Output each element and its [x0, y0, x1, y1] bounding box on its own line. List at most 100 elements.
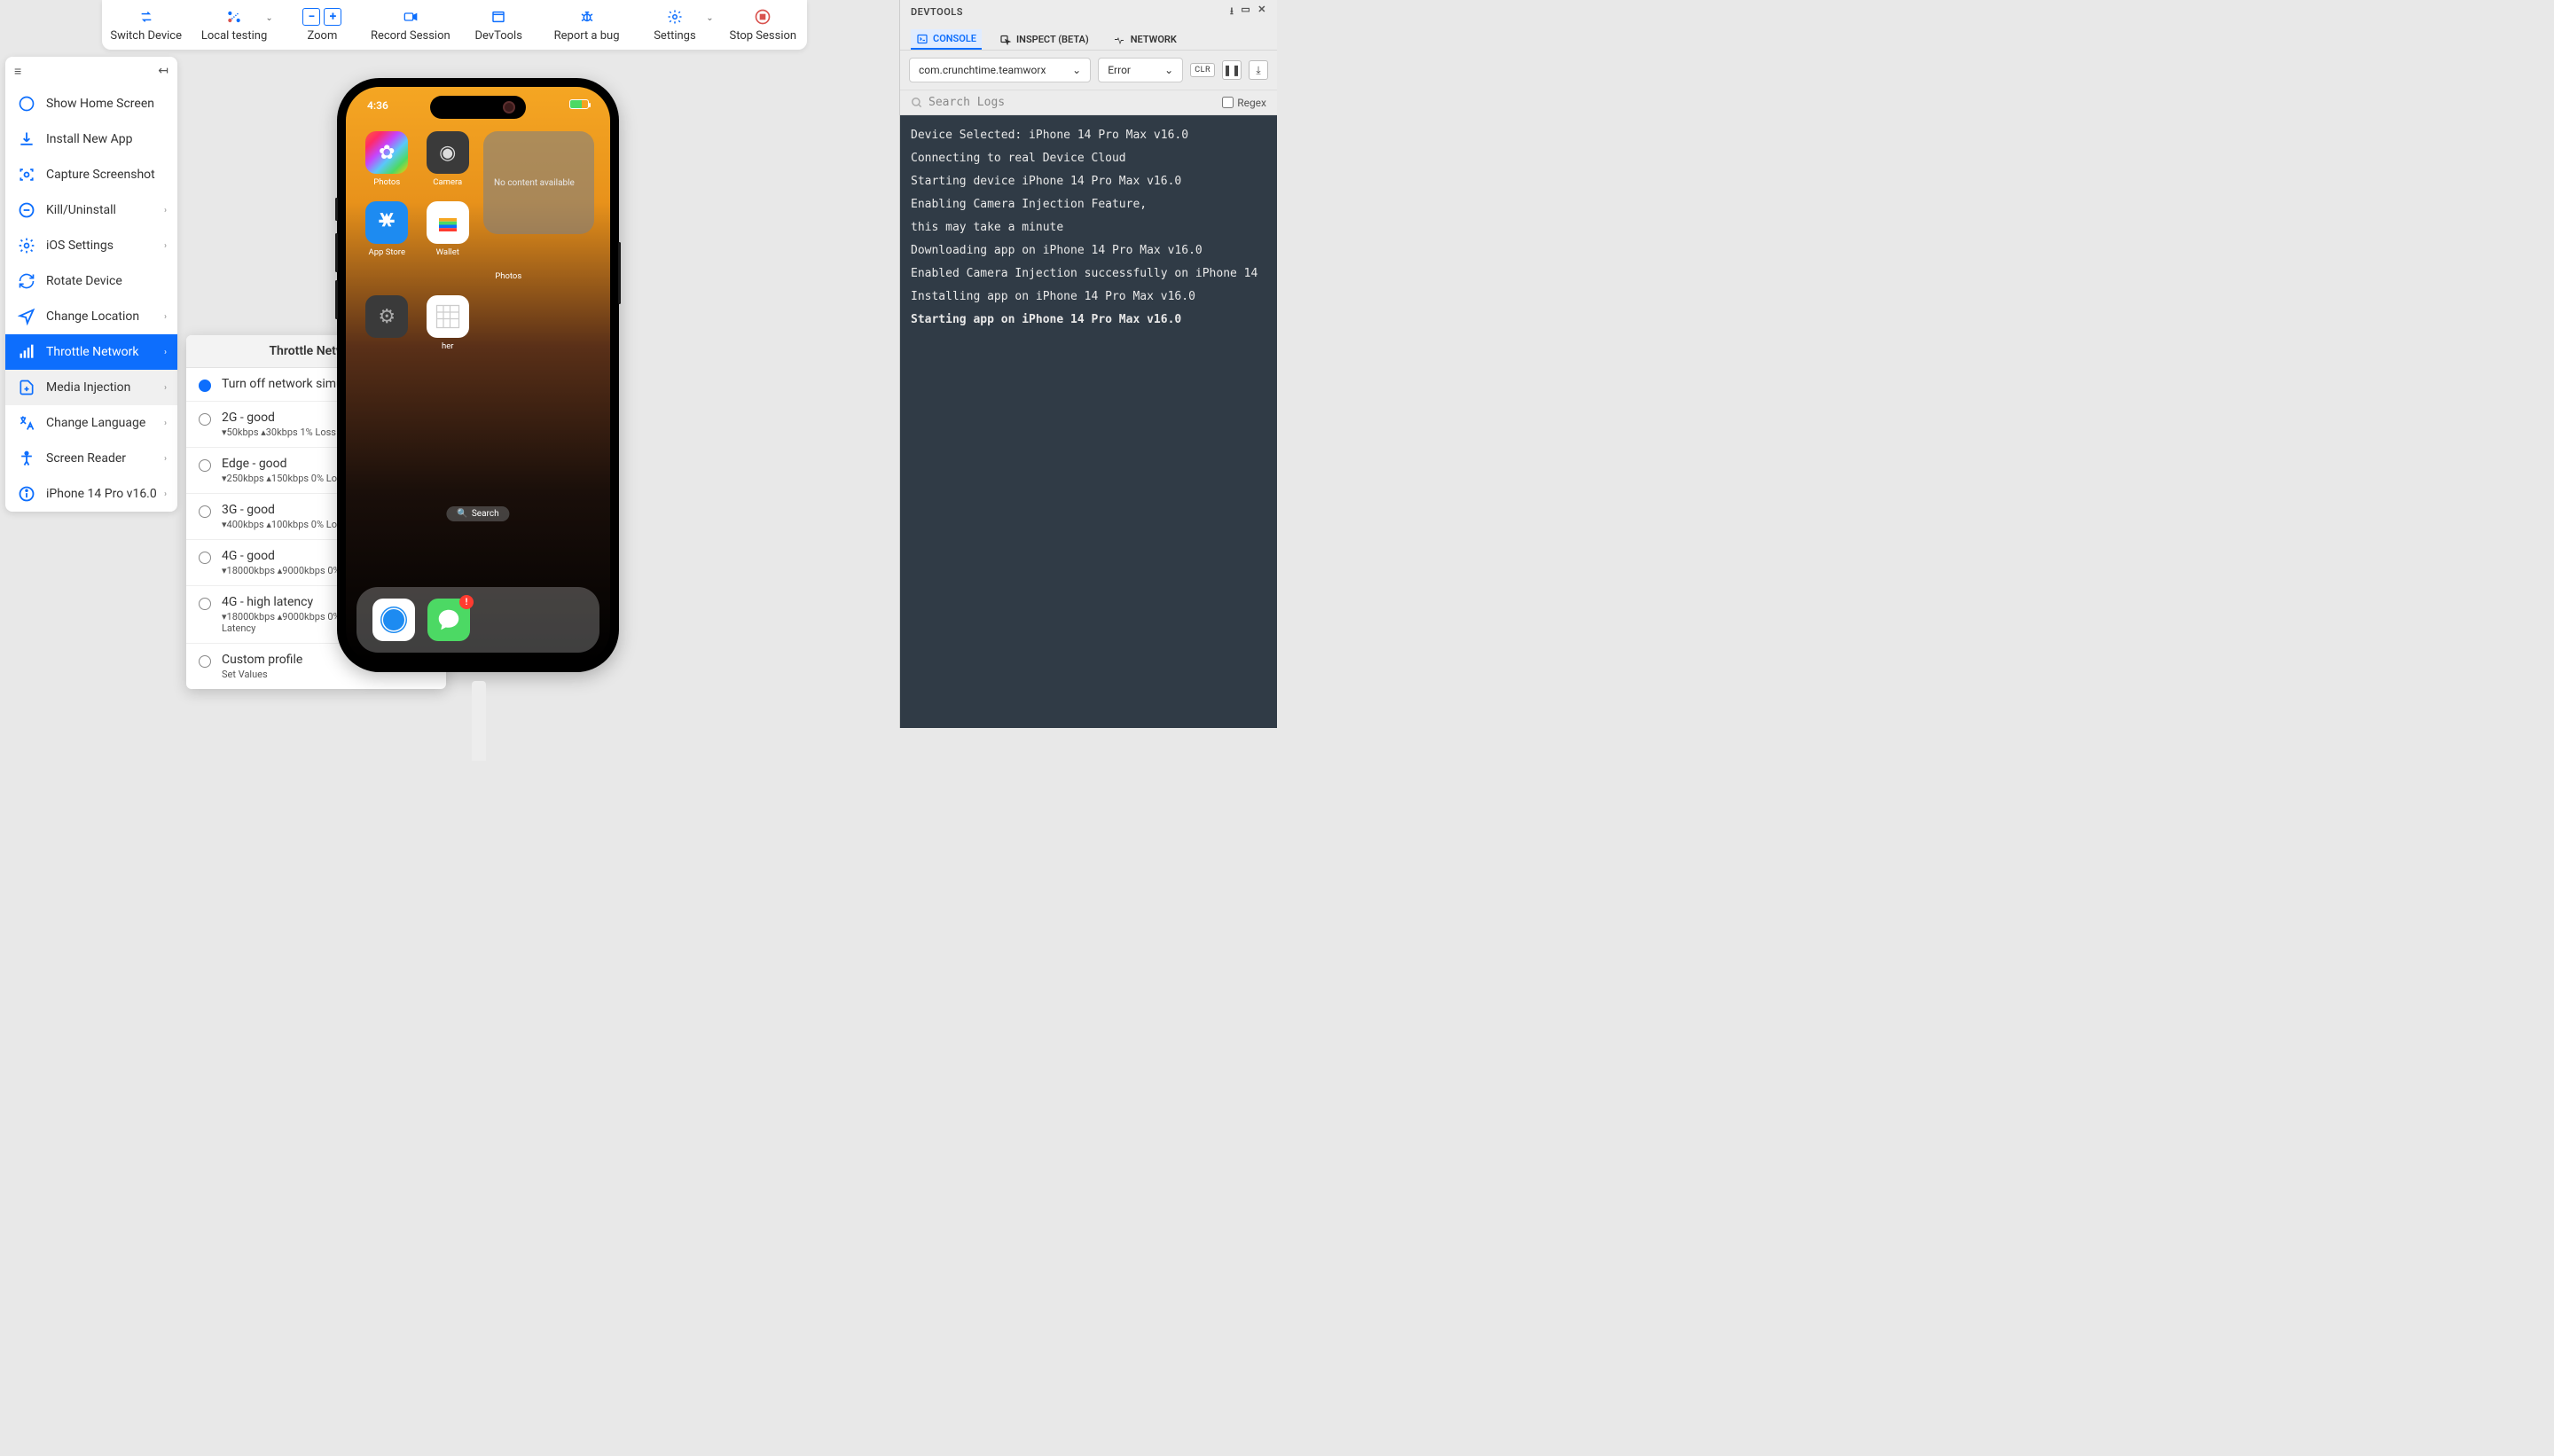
tab-inspect[interactable]: INSPECT (BETA)	[994, 29, 1094, 50]
sidebar-item-install-new-app[interactable]: Install New App	[5, 121, 177, 157]
local-testing-button[interactable]: Local testing ⌄	[190, 0, 278, 50]
home-screen-grid: ✿ Photos ◉ Camera No content available A…	[346, 112, 610, 351]
radio-button[interactable]	[199, 655, 211, 668]
pause-button[interactable]: ❚❚	[1222, 60, 1242, 80]
app-messages[interactable]: !	[427, 599, 470, 641]
phone-side-button	[335, 233, 338, 272]
drag-icon: ≡	[14, 64, 21, 79]
app-wallet[interactable]: Wallet	[423, 201, 474, 257]
search-logs-row: Search Logs Regex	[900, 90, 1277, 115]
tab-console[interactable]: CONSOLE	[911, 29, 982, 50]
app-other[interactable]: her	[423, 295, 474, 351]
app-camera[interactable]: ◉ Camera	[423, 131, 474, 187]
phone-screen[interactable]: 4:36 ✿ Photos ◉ Camera No content availa…	[346, 87, 610, 663]
record-session-button[interactable]: Record Session	[366, 0, 454, 50]
sidebar-item-label: Media Injection	[46, 380, 130, 395]
dynamic-island	[430, 96, 526, 119]
sidebar-item-screen-reader[interactable]: Screen Reader›	[5, 441, 177, 476]
chevron-right-icon: ›	[164, 454, 167, 464]
tab-network[interactable]: NETWORK	[1107, 29, 1182, 50]
sidebar-item-rotate-device[interactable]: Rotate Device	[5, 263, 177, 299]
app-appstore[interactable]: App Store	[362, 201, 412, 257]
sidebar-item-change-location[interactable]: Change Location ›	[5, 299, 177, 334]
sidebar-item-media-injection[interactable]: Media Injection›	[5, 370, 177, 405]
console-output[interactable]: Device Selected: iPhone 14 Pro Max v16.0…	[900, 115, 1277, 728]
console-line: Downloading app on iPhone 14 Pro Max v16…	[911, 239, 1266, 262]
chevron-right-icon: ›	[164, 312, 167, 322]
devtools-header: DEVTOOLS ⭳ ▭ ✕	[900, 0, 1277, 24]
connection-icon	[225, 7, 243, 27]
sidebar-item-kill-uninstall[interactable]: Kill/Uninstall›	[5, 192, 177, 228]
close-icon[interactable]: ✕	[1257, 4, 1266, 20]
radio-button[interactable]	[199, 598, 211, 610]
zoom-in-icon[interactable]: +	[324, 8, 341, 26]
report-bug-button[interactable]: Report a bug	[543, 0, 631, 50]
sidebar-item-label: iPhone 14 Pro v16.0	[46, 487, 157, 501]
chevron-right-icon: ›	[164, 241, 167, 251]
phone-side-button	[618, 242, 621, 304]
photos-widget[interactable]: No content available	[483, 131, 594, 234]
radio-button[interactable]	[199, 505, 211, 518]
capture-icon	[18, 166, 35, 184]
sidebar-item-label: Install New App	[46, 132, 133, 146]
console-line: this may take a minute	[911, 216, 1266, 239]
settings-button[interactable]: Settings ⌄	[631, 0, 718, 50]
radio-button[interactable]	[199, 552, 211, 564]
toolbar-label: Local testing	[201, 29, 267, 43]
settings-icon: ⚙	[365, 295, 408, 338]
app-settings[interactable]: ⚙	[362, 295, 412, 351]
sidebar-item-label: Change Location	[46, 309, 139, 324]
status-icons	[569, 99, 589, 112]
app-photos[interactable]: ✿ Photos	[362, 131, 412, 187]
radio-button[interactable]	[199, 459, 211, 472]
sidebar-item-throttle-network[interactable]: Throttle Network›	[5, 334, 177, 370]
app-safari[interactable]	[372, 599, 415, 641]
chevron-down-icon: ⌄	[1164, 64, 1173, 76]
collapse-icon[interactable]: ↤	[158, 64, 168, 79]
sidebar-item-show-home-screen[interactable]: Show Home Screen	[5, 86, 177, 121]
photos-icon: ✿	[365, 131, 408, 174]
sidebar-handle[interactable]: ≡ ↤	[5, 57, 177, 86]
minus-circle-icon	[18, 201, 35, 219]
sidebar-panel: ≡ ↤ Show Home Screen Install New App Captu…	[5, 57, 177, 512]
regex-checkbox[interactable]	[1222, 97, 1234, 108]
console-line: Enabled Camera Injection successfully on…	[911, 262, 1266, 286]
search-logs-input[interactable]: Search Logs	[911, 96, 1005, 109]
stop-session-button[interactable]: Stop Session	[719, 0, 807, 50]
console-line: Starting app on iPhone 14 Pro Max v16.0	[911, 309, 1266, 332]
regex-toggle[interactable]: Regex	[1222, 97, 1266, 109]
sidebar-item-ios-settings[interactable]: iOS Settings›	[5, 228, 177, 263]
zoom-out-icon[interactable]: −	[302, 8, 320, 26]
sidebar-item-capture-screenshot[interactable]: Capture Screenshot	[5, 157, 177, 192]
phone-side-button	[335, 198, 338, 221]
devtools-panel: DEVTOOLS ⭳ ▭ ✕ CONSOLE INSPECT (BETA) NE…	[899, 0, 1277, 728]
toolbar-label: Zoom	[307, 29, 337, 43]
download-icon[interactable]: ⭳	[1230, 4, 1234, 20]
app-filter-dropdown[interactable]: com.crunchtime.teamworx ⌄	[909, 58, 1091, 82]
search-icon: 🔍	[457, 509, 467, 519]
toolbar-label: Record Session	[371, 29, 450, 43]
file-plus-icon	[18, 379, 35, 396]
stop-icon	[754, 7, 772, 27]
clear-button[interactable]: CLR	[1190, 63, 1215, 77]
switch-device-button[interactable]: Switch Device	[102, 0, 190, 50]
spotlight-search[interactable]: 🔍 Search	[446, 506, 509, 521]
wallet-icon	[427, 201, 469, 244]
widget-label: Photos	[483, 271, 534, 281]
radio-button[interactable]	[199, 413, 211, 426]
radio-button[interactable]	[199, 380, 211, 392]
phone-cable	[472, 681, 486, 761]
download-icon	[18, 130, 35, 148]
zoom-icon: − +	[302, 7, 341, 27]
devtools-button[interactable]: DevTools	[455, 0, 543, 50]
expand-icon[interactable]: ▭	[1241, 4, 1250, 20]
battery-icon	[569, 99, 589, 109]
level-filter-dropdown[interactable]: Error ⌄	[1098, 58, 1183, 82]
sidebar-item-iphone-14-pro[interactable]: iPhone 14 Pro v16.0›	[5, 476, 177, 512]
sidebar-item-label: Capture Screenshot	[46, 168, 155, 182]
sidebar-item-change-language[interactable]: Change Language›	[5, 405, 177, 441]
sidebar-item-label: Change Language	[46, 416, 145, 430]
phone-dock: !	[356, 587, 599, 653]
scroll-bottom-button[interactable]: ⤓	[1249, 60, 1268, 80]
zoom-button[interactable]: − + Zoom	[278, 0, 366, 50]
